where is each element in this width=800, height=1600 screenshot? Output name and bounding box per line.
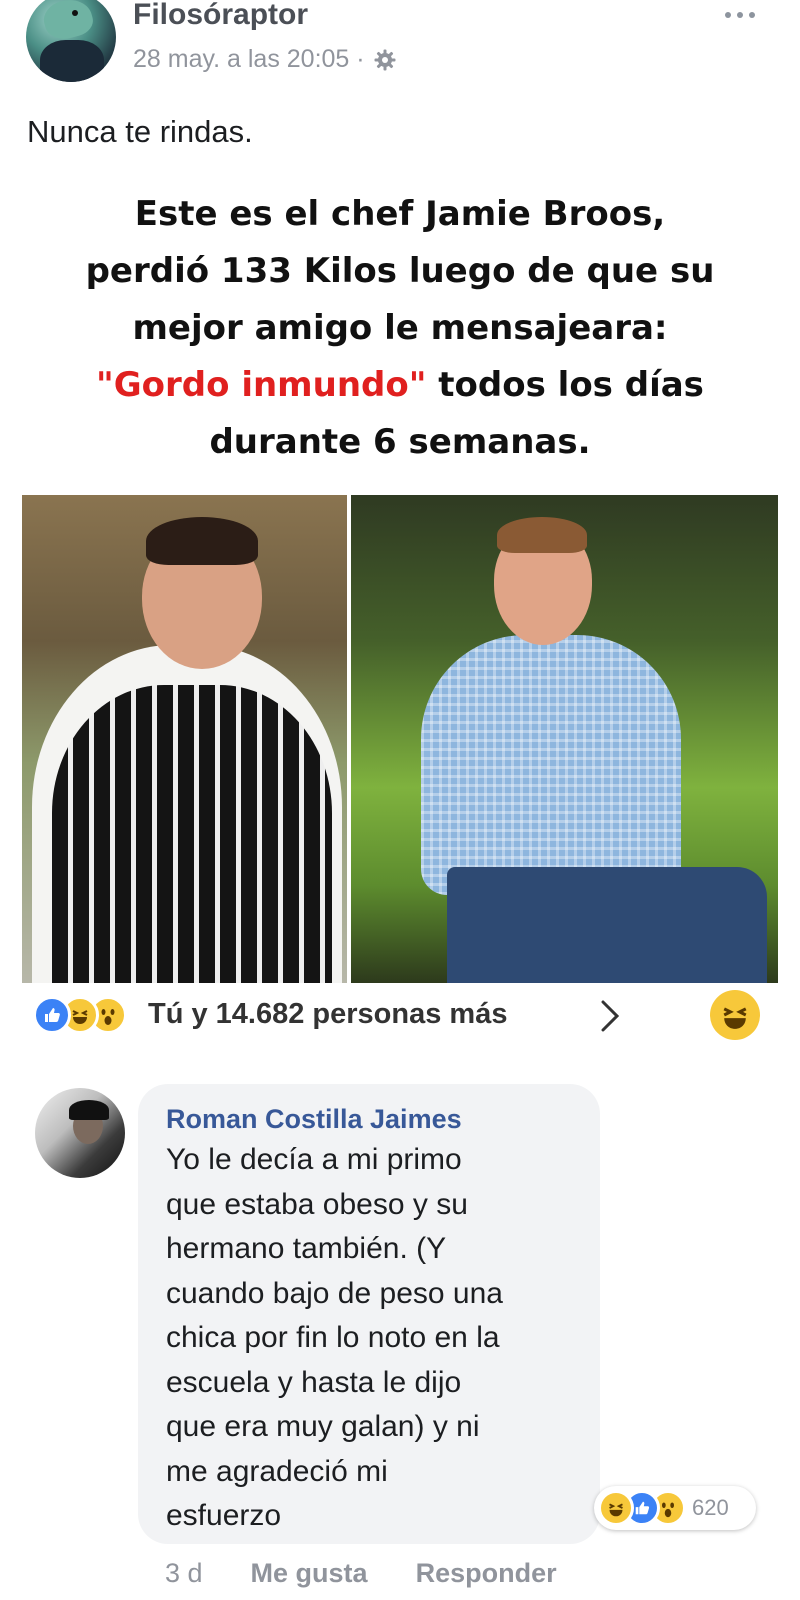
post-header: Filosóraptor 28 may. a las 20:05 · [0,0,800,100]
comment-bubble[interactable]: Roman Costilla Jaimes Yo le decía a mi p… [138,1084,600,1544]
comment-reaction-count: 620 [692,1495,729,1520]
reaction-icons [33,996,127,1034]
commenter-name[interactable]: Roman Costilla Jaimes [166,1102,572,1136]
author-name[interactable]: Filosóraptor [133,0,308,32]
caption-line: perdió 133 Kilos luego de que su [85,251,715,291]
reactions-summary[interactable]: Tú y 14.682 personas más [148,998,507,1031]
haha-icon [598,1490,634,1526]
post-meta: 28 may. a las 20:05 · [133,45,397,74]
comment-reactions[interactable]: 620 [594,1486,756,1530]
post-image[interactable] [22,495,778,983]
comment-line: me agradeció mi [166,1454,388,1488]
gear-icon [374,49,396,70]
like-icon [33,996,71,1034]
comment-line: chica por fin lo noto en la [166,1321,500,1354]
comment-line: Yo le decía a mi primo [166,1143,462,1176]
caption-line: Este es el chef Jamie Broos, [134,194,666,234]
comment-line: que era muy galan) y ni [166,1410,480,1443]
chevron-right-icon[interactable] [595,998,625,1034]
comment-line: cuando bajo de peso una [166,1276,503,1310]
comment-line: hermano también. (Y [166,1232,447,1265]
post-text: Nunca te rindas. [27,114,253,149]
after-photo [351,495,778,983]
caption-line: mejor amigo le mensajeara: [132,308,668,348]
comment-line: que estaba obeso y su [166,1187,468,1221]
caption-quote: "Gordo inmundo" [96,365,427,405]
meme-caption: Este es el chef Jamie Broos, perdió 133 … [20,186,780,471]
comment-actions: 3 d Me gusta Responder [165,1558,557,1589]
reactions-row[interactable]: Tú y 14.682 personas más [30,990,770,1040]
comment-line: esfuerzo [166,1499,282,1532]
comment: Roman Costilla Jaimes Yo le decía a mi p… [0,1080,800,1600]
author-avatar[interactable] [26,0,116,82]
comment-time[interactable]: 3 d [165,1558,203,1589]
my-haha-reaction-icon[interactable] [710,990,760,1040]
caption-line: durante 6 semanas. [209,422,591,462]
caption-line: "Gordo inmundo" todos los días [20,357,780,414]
post-timestamp[interactable]: 28 may. a las 20:05 · [133,45,365,74]
comment-text: Yo le decía a mi primo que estaba obeso … [166,1138,572,1539]
before-photo [22,495,347,983]
commenter-avatar[interactable] [35,1088,125,1178]
like-comment-button[interactable]: Me gusta [251,1558,368,1589]
caption-line-rest: todos los días [438,365,704,405]
comment-line: escuela y hasta le dijo [166,1365,462,1399]
reply-button[interactable]: Responder [416,1558,557,1589]
more-options-icon[interactable] [718,0,762,30]
